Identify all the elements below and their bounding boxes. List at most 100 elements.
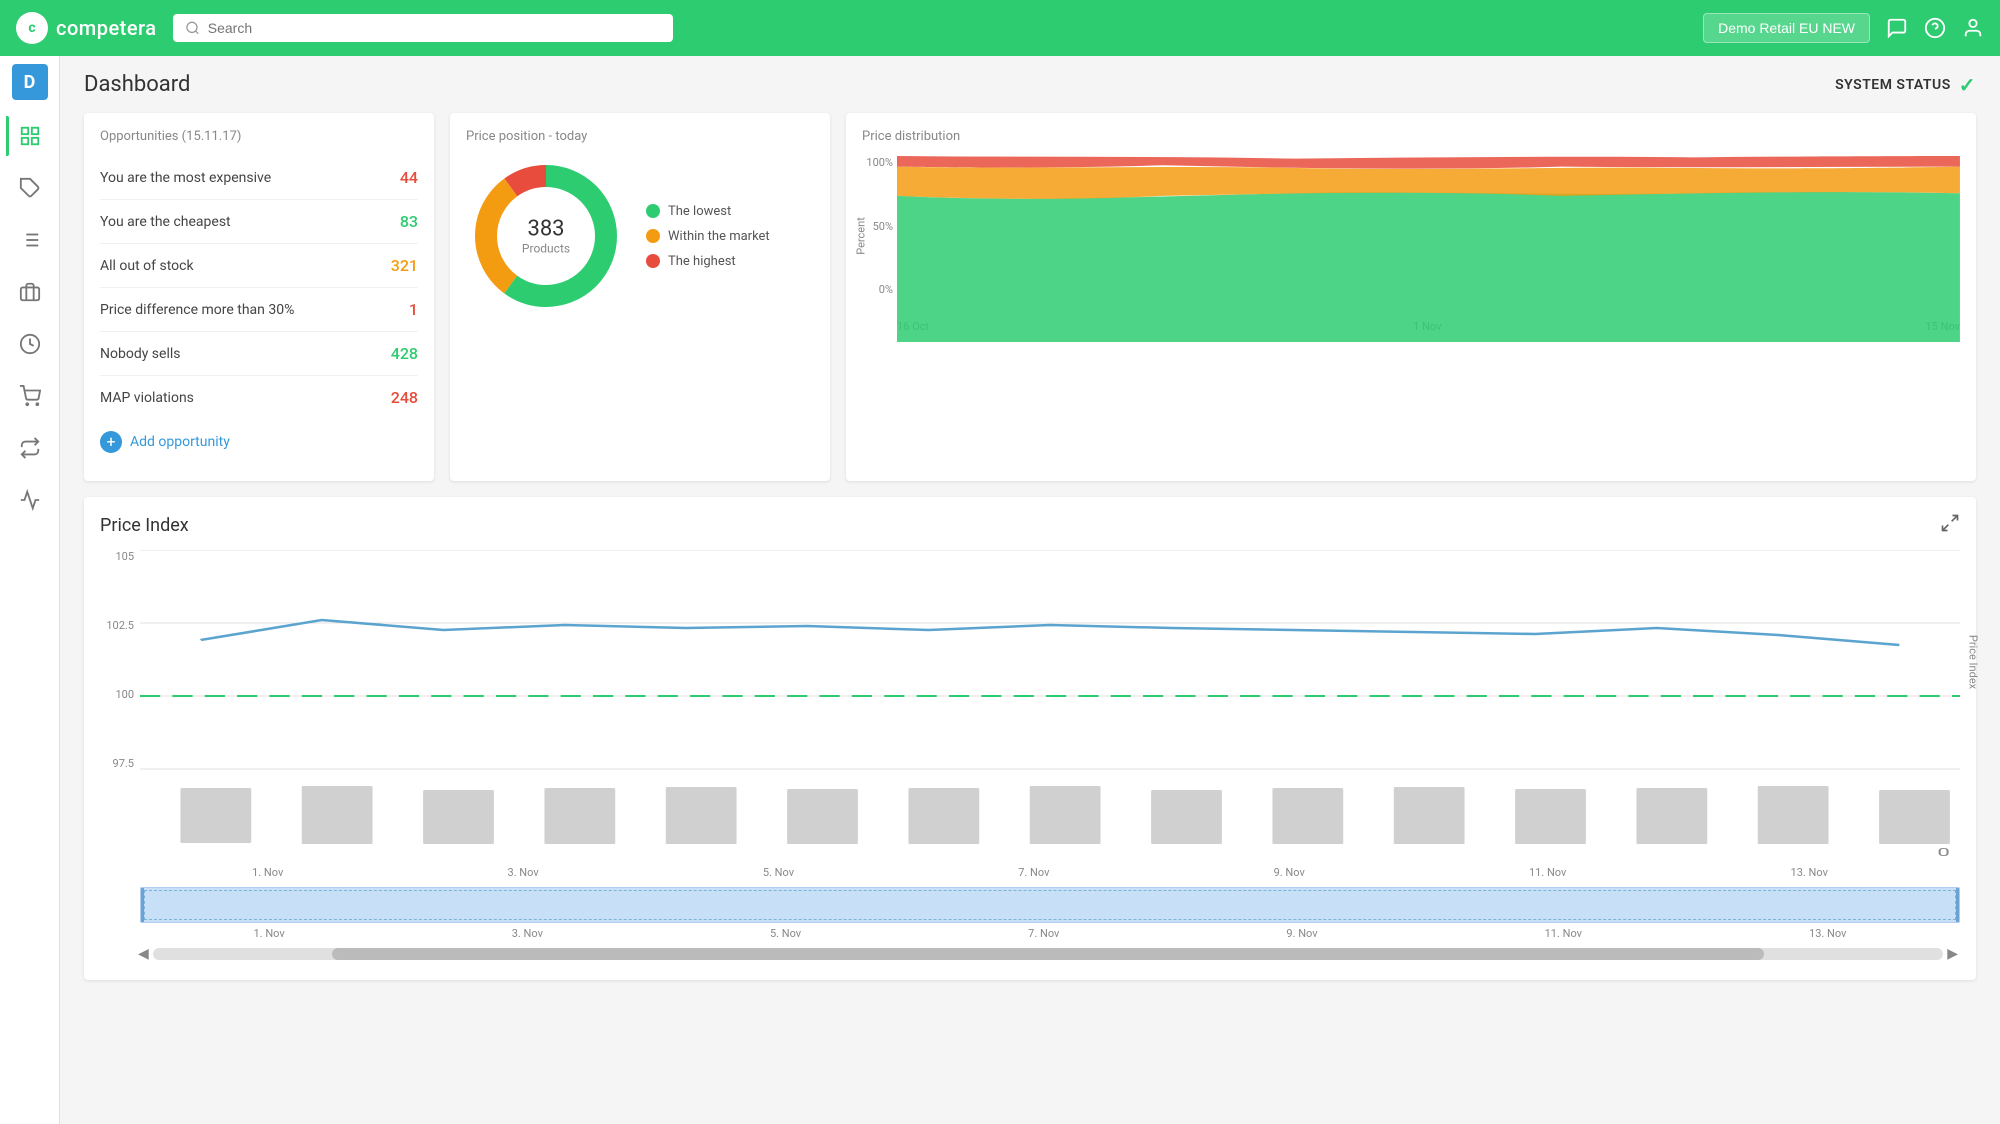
price-index-card: Price Index 105 102.5 100 97.5 [84, 497, 1976, 980]
sidebar-item-history[interactable] [6, 320, 54, 368]
price-position-title: Price position - today [466, 129, 814, 144]
opportunity-count: 1 [409, 300, 418, 319]
opportunities-title: Opportunities (15.11.17) [100, 129, 418, 144]
add-opportunity-label: Add opportunity [130, 434, 230, 450]
opportunity-label: All out of stock [100, 258, 194, 274]
sidebar-item-analytics[interactable] [6, 476, 54, 524]
line-chart-y-labels: 105 102.5 100 97.5 [100, 550, 140, 770]
legend-label: Within the market [668, 229, 770, 244]
legend-label: The highest [668, 254, 736, 269]
y-axis-price-index: Price Index [1966, 635, 1979, 689]
status-check-icon: ✓ [1959, 73, 1976, 97]
donut-label: 383 Products [522, 217, 570, 256]
bar-chart-svg: 0 [140, 778, 1960, 858]
price-index-title: Price Index [100, 515, 189, 536]
content-area: Dashboard SYSTEM STATUS ✓ Opportunities … [60, 56, 2000, 1124]
legend-dot [646, 229, 660, 243]
opportunity-list: You are the most expensive 44 You are th… [100, 156, 418, 419]
main-layout: D Dashboard SYSTEM STAT [0, 56, 2000, 1124]
legend-dot [646, 254, 660, 268]
logo-text: competera [56, 16, 157, 40]
opportunity-count: 248 [391, 388, 418, 407]
opportunity-count: 321 [391, 256, 418, 275]
opportunity-count: 83 [400, 212, 418, 231]
price-position-card: Price position - today 383 [450, 113, 830, 481]
y-axis-percent: Percent [854, 217, 867, 255]
legend-item: The lowest [646, 204, 770, 219]
sidebar-item-cart[interactable] [6, 372, 54, 420]
opportunity-count: 44 [400, 168, 418, 187]
opportunity-item[interactable]: All out of stock 321 [100, 244, 418, 288]
opportunity-label: You are the most expensive [100, 170, 271, 186]
line-chart-container: 105 102.5 100 97.5 [100, 550, 1960, 774]
opportunity-label: You are the cheapest [100, 214, 231, 230]
search-input[interactable] [208, 20, 661, 36]
dashboard-header: Dashboard SYSTEM STATUS ✓ [84, 72, 1976, 97]
legend-item: The highest [646, 254, 770, 269]
sidebar-item-tags[interactable] [6, 164, 54, 212]
bar-chart-y-spacer [100, 778, 140, 862]
opportunity-item[interactable]: You are the most expensive 44 [100, 156, 418, 200]
add-icon: + [100, 431, 122, 453]
opportunity-label: MAP violations [100, 390, 194, 406]
expand-icon[interactable] [1940, 513, 1960, 538]
opportunity-label: Price difference more than 30% [100, 302, 294, 318]
sidebar-item-pricing[interactable] [6, 424, 54, 472]
line-chart-area: Price Index [140, 550, 1960, 774]
messages-icon[interactable] [1886, 17, 1908, 39]
logo-area: c competera [16, 12, 157, 44]
price-dist-svg [897, 156, 1960, 342]
help-icon[interactable] [1924, 17, 1946, 39]
price-index-header: Price Index [100, 513, 1960, 538]
opportunity-item[interactable]: Price difference more than 30% 1 [100, 288, 418, 332]
top-navigation: c competera Demo Retail EU NEW [0, 0, 2000, 56]
system-status: SYSTEM STATUS ✓ [1835, 73, 1976, 97]
logo-icon: c [16, 12, 48, 44]
sidebar-item-list[interactable] [6, 216, 54, 264]
scrollbar-handle[interactable] [332, 948, 1764, 960]
donut-chart-area: 383 Products The lowest Within the marke… [466, 156, 814, 316]
user-icon[interactable] [1962, 17, 1984, 39]
range-selector-track [140, 887, 1960, 923]
opportunity-label: Nobody sells [100, 346, 181, 362]
avatar[interactable]: D [12, 64, 48, 100]
opportunity-count: 428 [391, 344, 418, 363]
search-icon [185, 20, 200, 36]
range-selector: 1. Nov 3. Nov 5. Nov 7. Nov 9. Nov 11. N… [100, 887, 1960, 940]
legend-label: The lowest [668, 204, 731, 219]
scroll-x-labels: 1. Nov 3. Nov 5. Nov 7. Nov 9. Nov 11. N… [140, 927, 1960, 940]
donut-legend: The lowest Within the market The highest [646, 204, 770, 269]
bar-chart-area: 0 [140, 778, 1960, 862]
price-dist-chart-wrapper: 100% 50% 0% Percent [862, 156, 1960, 316]
sidebar-item-dashboard[interactable] [6, 112, 54, 160]
opportunity-item[interactable]: MAP violations 248 [100, 376, 418, 419]
legend-dot [646, 204, 660, 218]
store-selector[interactable]: Demo Retail EU NEW [1703, 13, 1870, 43]
sidebar: D [0, 56, 60, 1124]
donut-chart: 383 Products [466, 156, 626, 316]
horizontal-scrollbar: ◀ ▶ [100, 944, 1960, 964]
search-bar[interactable] [173, 14, 673, 42]
sidebar-item-products[interactable] [6, 268, 54, 316]
donut-number: 383 [522, 217, 570, 242]
legend-item: Within the market [646, 229, 770, 244]
scroll-left-arrow[interactable]: ◀ [136, 944, 151, 964]
page-title: Dashboard [84, 72, 190, 97]
price-distribution-card: Price distribution 100% 50% 0% [846, 113, 1976, 481]
opportunity-item[interactable]: You are the cheapest 83 [100, 200, 418, 244]
add-opportunity-button[interactable]: + Add opportunity [100, 419, 418, 465]
svg-text:0: 0 [1937, 847, 1949, 858]
system-status-label: SYSTEM STATUS [1835, 77, 1951, 93]
range-selector-dashed [144, 890, 1956, 920]
price-dist-title: Price distribution [862, 129, 1960, 144]
line-chart-svg [140, 550, 1960, 770]
x-axis-labels: 1. Nov 3. Nov 5. Nov 7. Nov 9. Nov 11. N… [100, 866, 1960, 879]
nav-right: Demo Retail EU NEW [1703, 13, 1984, 43]
opportunity-item[interactable]: Nobody sells 428 [100, 332, 418, 376]
bar-chart-container: 0 [100, 778, 1960, 862]
scrollbar-track[interactable] [153, 948, 1943, 960]
opportunities-card: Opportunities (15.11.17) You are the mos… [84, 113, 434, 481]
scroll-right-arrow[interactable]: ▶ [1945, 944, 1960, 964]
top-row: Opportunities (15.11.17) You are the mos… [84, 113, 1976, 481]
donut-sub: Products [522, 242, 570, 256]
